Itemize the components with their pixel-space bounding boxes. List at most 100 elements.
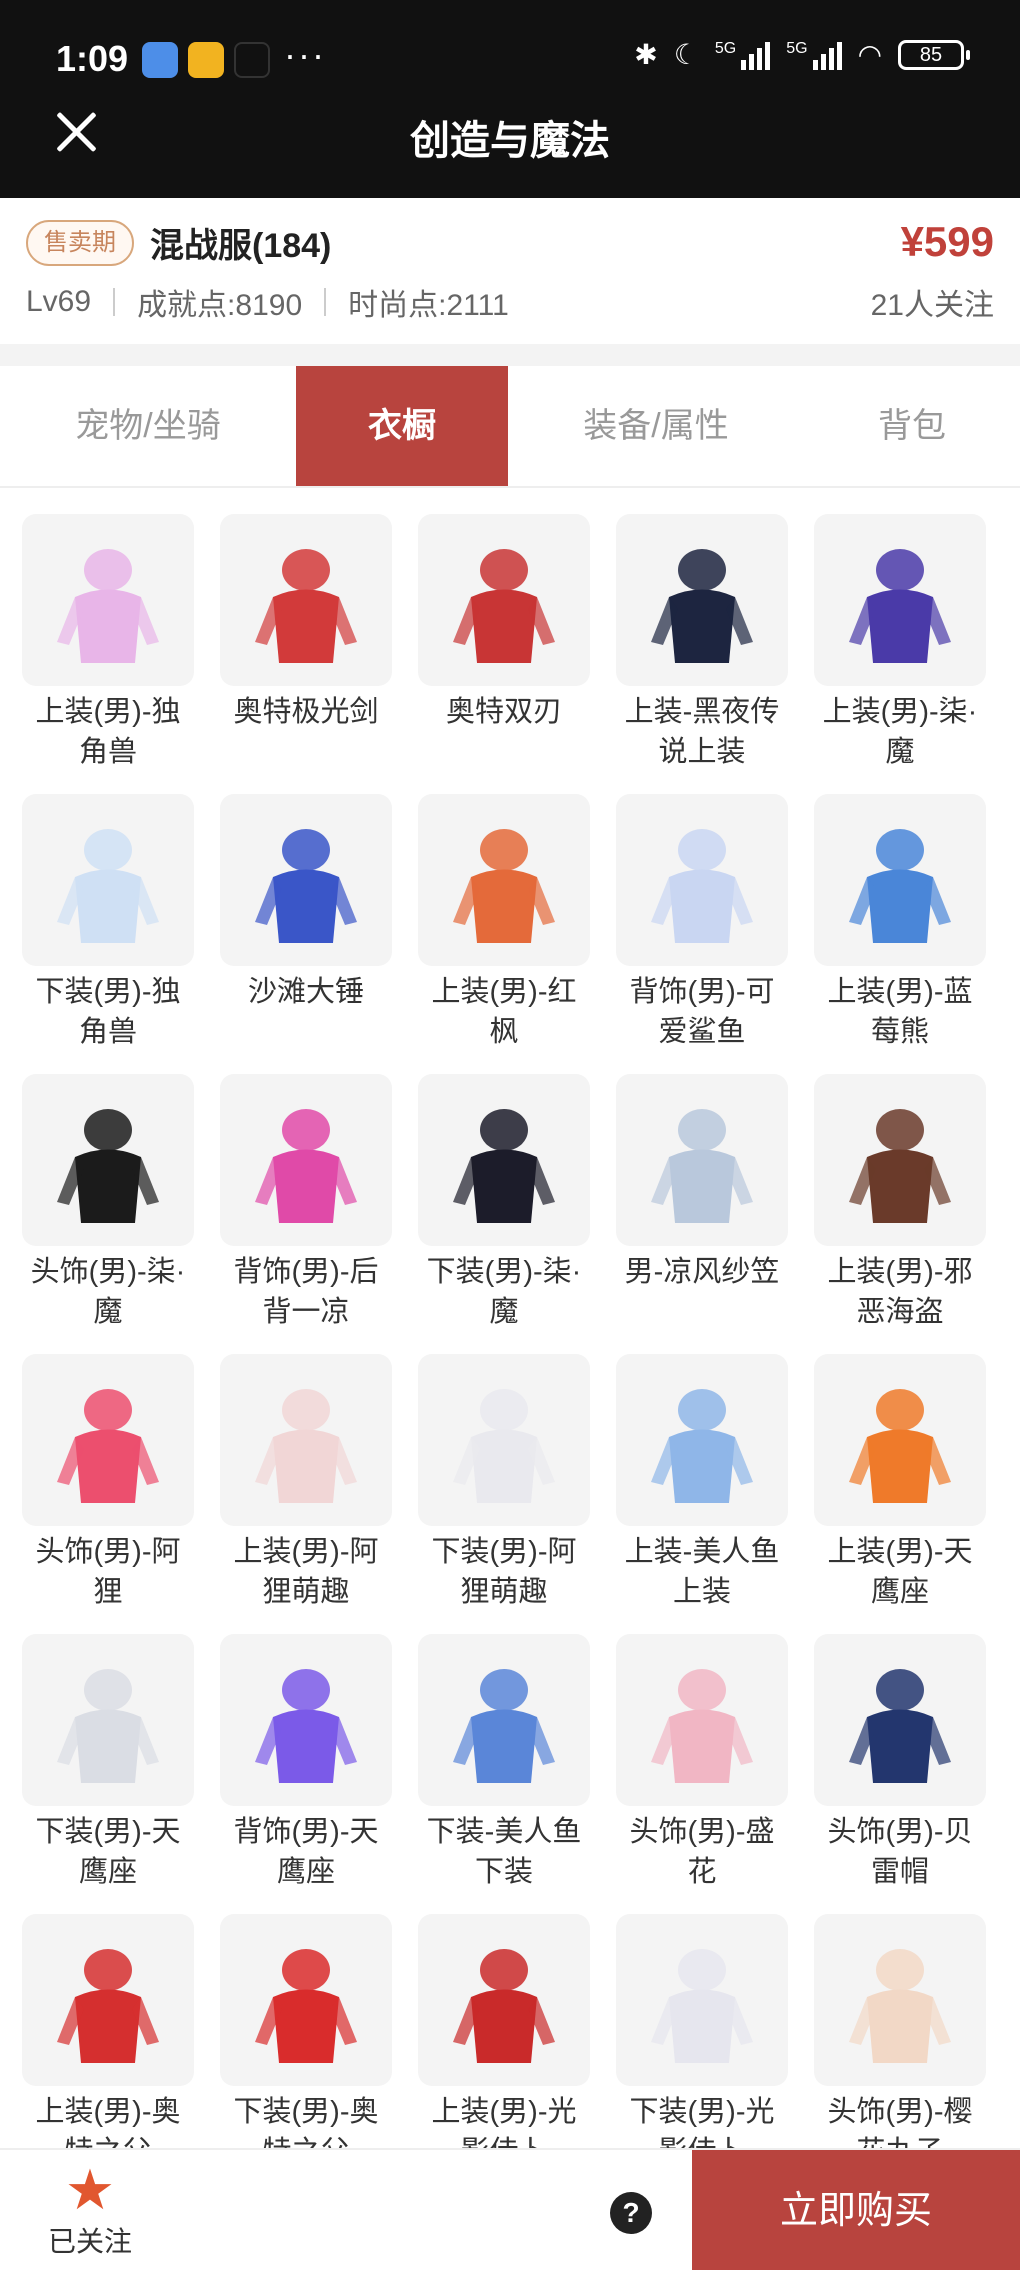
category-tabs: 宠物/坐骑 衣橱 装备/属性 背包 (0, 366, 1020, 488)
red-jacket-icon (418, 1914, 590, 2086)
sword-icon (220, 514, 392, 686)
wardrobe-item[interactable]: 下装(男)-奥特之父 (218, 1908, 394, 2188)
item-label: 背饰(男)-后背一凉 (233, 1256, 379, 1328)
item-label: 下装(男)-柒·魔 (426, 1256, 582, 1328)
wardrobe-item[interactable]: 头饰(男)-盛花 (614, 1628, 790, 1908)
buy-now-button[interactable]: 立即购买 (692, 2150, 1020, 2270)
maple-top-icon (418, 794, 590, 966)
wardrobe-item[interactable]: 奥特双刃 (416, 508, 592, 788)
item-label: 头饰(男)-阿狸 (35, 1536, 181, 1608)
sale-status-badge: 售卖期 (26, 220, 134, 266)
wardrobe-item[interactable]: 头饰(男)-阿狸 (20, 1348, 196, 1628)
item-label: 头饰(男)-盛花 (629, 1816, 775, 1888)
item-label: 背饰(男)-可爱鲨鱼 (629, 976, 775, 1048)
item-label: 上装(男)-天鹰座 (827, 1536, 973, 1608)
status-time: 1:09 (56, 38, 129, 79)
shark-icon (616, 794, 788, 966)
wardrobe-item[interactable]: 上装(男)-阿狸萌趣 (218, 1348, 394, 1628)
beret-icon (814, 1634, 986, 1806)
item-label: 背饰(男)-天鹰座 (233, 1816, 379, 1888)
item-label: 头饰(男)-贝雷帽 (827, 1816, 973, 1888)
item-label: 奥特双刃 (445, 696, 562, 728)
wardrobe-item[interactable]: 下装(男)-柒·魔 (416, 1068, 592, 1348)
item-label: 上装(男)-柒·魔 (822, 696, 978, 768)
wardrobe-item[interactable]: 上装(男)-邪恶海盗 (812, 1068, 988, 1348)
price: ¥599 (900, 218, 994, 265)
purple-coat-icon (814, 514, 986, 686)
armor-pants-icon (22, 1634, 194, 1806)
signal-icon-2: 5G (786, 40, 842, 70)
white-shoes-icon (22, 794, 194, 966)
wardrobe-item[interactable]: 上装(男)-天鹰座 (812, 1348, 988, 1628)
wardrobe-item[interactable]: 上装(男)-蓝莓熊 (812, 788, 988, 1068)
sakura-hair-icon (814, 1914, 986, 2086)
wardrobe-item[interactable]: 上装(男)-光影侍卜 (416, 1908, 592, 2188)
ultra-boots-icon (220, 1914, 392, 2086)
dark-pants-icon (418, 1074, 590, 1246)
tab-wardrobe[interactable]: 衣橱 (296, 366, 508, 486)
more-notifications-icon: ··· (284, 34, 326, 75)
wardrobe-item[interactable]: 头饰(男)-樱花丸子 (812, 1908, 988, 2188)
item-label: 男-凉风纱笠 (624, 1256, 780, 1288)
wardrobe-item[interactable]: 上装-美人鱼上装 (614, 1348, 790, 1628)
wardrobe-item[interactable]: 上装(男)-柒·魔 (812, 508, 988, 788)
wardrobe-item[interactable]: 下装(男)-独角兽 (20, 788, 196, 1068)
wifi-icon: ◠ (857, 39, 882, 70)
help-icon[interactable]: ? (610, 2192, 652, 2234)
bottom-action-bar: ★ 已关注 ? 立即购买 (0, 2148, 1020, 2270)
mermaid-top-icon (616, 1354, 788, 1526)
dark-coat-icon (616, 514, 788, 686)
wardrobe-item[interactable]: 下装(男)-阿狸萌趣 (416, 1348, 592, 1628)
divider (113, 288, 116, 316)
moon-icon: ☾ (673, 39, 699, 70)
wardrobe-item[interactable]: 沙滩大锤 (218, 788, 394, 1068)
weibo-app-icon (188, 42, 224, 78)
item-label: 上装-黑夜传说上装 (624, 696, 780, 768)
account-name: 混战服(184) (150, 227, 332, 265)
wardrobe-item[interactable]: 上装-黑夜传说上装 (614, 508, 790, 788)
divider (324, 288, 327, 316)
wardrobe-item[interactable]: 背饰(男)-可爱鲨鱼 (614, 788, 790, 1068)
bluetooth-icon: ✱ (634, 39, 658, 70)
item-label: 下装(男)-独角兽 (35, 976, 181, 1048)
wardrobe-item[interactable]: 下装-美人鱼下装 (416, 1628, 592, 1908)
wardrobe-item[interactable]: 头饰(男)-柒·魔 (20, 1068, 196, 1348)
wardrobe-item[interactable]: 头饰(男)-贝雷帽 (812, 1628, 988, 1908)
wardrobe-item[interactable]: 下装(男)-光影侍卜 (614, 1908, 790, 2188)
robot-backpack-icon (220, 1634, 392, 1806)
wardrobe-item[interactable]: 背饰(男)-后背一凉 (218, 1068, 394, 1348)
account-meta: Lv69 成就点:8190 时尚点:2111 (26, 280, 509, 324)
wardrobe-item[interactable]: 下装(男)-天鹰座 (20, 1628, 196, 1908)
item-label: 上装(男)-邪恶海盗 (827, 1256, 973, 1328)
achievement-points: 成就点:8190 (137, 289, 303, 322)
veil-hat-icon (616, 1074, 788, 1246)
wardrobe-item[interactable]: 上装(男)-独角兽 (20, 508, 196, 788)
item-label: 头饰(男)-柒·魔 (30, 1256, 186, 1328)
hammer-icon (220, 794, 392, 966)
wardrobe-item[interactable]: 男-凉风纱笠 (614, 1068, 790, 1348)
tab-backpack[interactable]: 背包 (804, 366, 1020, 486)
item-label: 下装-美人鱼下装 (426, 1816, 582, 1888)
follower-count: 21人关注 (870, 289, 994, 322)
pirate-coat-icon (814, 1074, 986, 1246)
follow-button[interactable]: ★ 已关注 (40, 2160, 140, 2264)
tiktok-app-icon (234, 42, 270, 78)
item-label: 上装(男)-红枫 (431, 976, 577, 1048)
tab-equipment[interactable]: 装备/属性 (508, 366, 804, 486)
page-title: 创造与魔法 (410, 119, 610, 163)
wardrobe-item[interactable]: 奥特极光剑 (218, 508, 394, 788)
star-icon: ★ (64, 2158, 116, 2221)
status-right: ✱ ☾ 5G 5G ◠ 85 (634, 38, 970, 71)
section-divider (0, 344, 1020, 366)
fox-jacket-icon (220, 1354, 392, 1526)
wardrobe-item[interactable]: 上装(男)-奥特之父 (20, 1908, 196, 2188)
item-label: 下装(男)-阿狸萌趣 (431, 1536, 577, 1608)
wardrobe-item[interactable]: 背饰(男)-天鹰座 (218, 1628, 394, 1908)
status-bar: 1:09 ··· ✱ ☾ 5G 5G ◠ 85 (0, 0, 1020, 120)
item-label: 下装(男)-天鹰座 (35, 1816, 181, 1888)
wardrobe-item[interactable]: 上装(男)-红枫 (416, 788, 592, 1068)
fox-head-icon (22, 1354, 194, 1526)
pink-hair-icon (616, 1634, 788, 1806)
wardrobe-grid: 上装(男)-独角兽 奥特极光剑 奥特双刃 上装-黑夜传说上装 上装(男)-柒·魔下装(男… (20, 508, 1000, 2188)
tab-pets-mounts[interactable]: 宠物/坐骑 (0, 366, 296, 486)
